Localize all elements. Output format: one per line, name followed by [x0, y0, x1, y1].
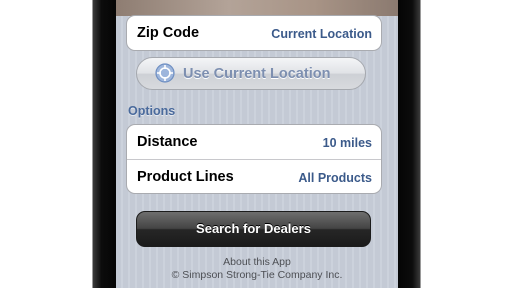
zip-code-label: Zip Code [137, 25, 200, 41]
crosshair-icon [155, 63, 175, 83]
location-group: Zip Code Current Location [126, 15, 382, 51]
options-group: Distance 10 miles Product Lines All Prod… [126, 124, 382, 194]
product-lines-label: Product Lines [137, 169, 234, 185]
distance-row[interactable]: Distance 10 miles [127, 125, 381, 159]
app-screen: Zip Code Current Location Use Current Lo… [116, 0, 398, 288]
device-bezel-left [92, 0, 117, 288]
about-app-link[interactable]: About this App [116, 256, 398, 268]
zip-code-row[interactable]: Zip Code Current Location [127, 16, 381, 50]
options-section-header: Options [128, 104, 176, 118]
product-lines-value: All Products [298, 171, 372, 185]
use-current-location-button[interactable]: Use Current Location [136, 57, 366, 90]
zip-code-value: Current Location [271, 27, 372, 41]
header-image-strip [116, 0, 398, 16]
device-bezel-right [398, 0, 421, 288]
search-for-dealers-button[interactable]: Search for Dealers [136, 211, 371, 247]
distance-label: Distance [137, 134, 198, 150]
product-lines-row[interactable]: Product Lines All Products [127, 159, 381, 193]
copyright-text: © Simpson Strong-Tie Company Inc. [171, 269, 343, 281]
distance-value: 10 miles [322, 136, 372, 150]
use-current-location-label: Use Current Location [183, 66, 331, 82]
